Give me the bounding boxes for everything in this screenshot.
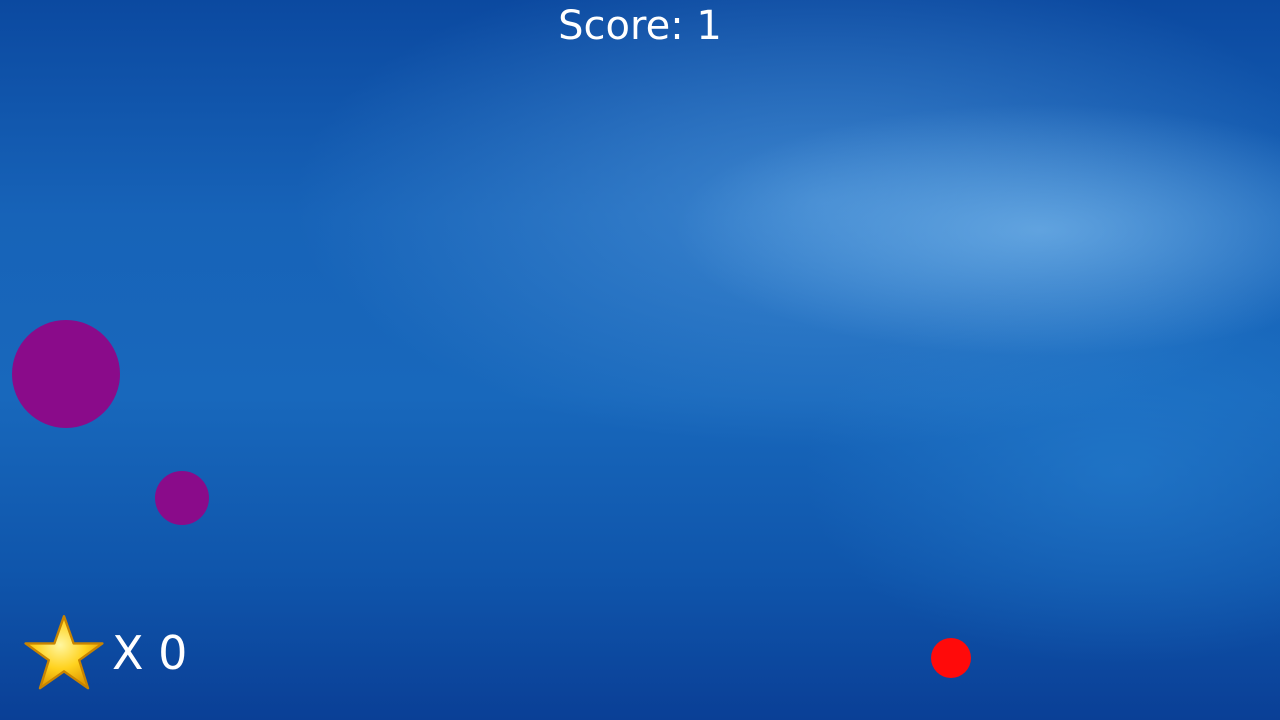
star-icon	[24, 615, 104, 690]
red-ball-player[interactable]	[931, 638, 971, 678]
game-canvas[interactable]: Score: 1 X 0	[0, 0, 1280, 720]
star-counter: X 0	[24, 612, 187, 694]
star-count: X 0	[112, 626, 188, 680]
purple-ball-small[interactable]	[155, 471, 209, 525]
score-display: Score: 1	[558, 3, 722, 49]
purple-ball-large[interactable]	[12, 320, 120, 428]
